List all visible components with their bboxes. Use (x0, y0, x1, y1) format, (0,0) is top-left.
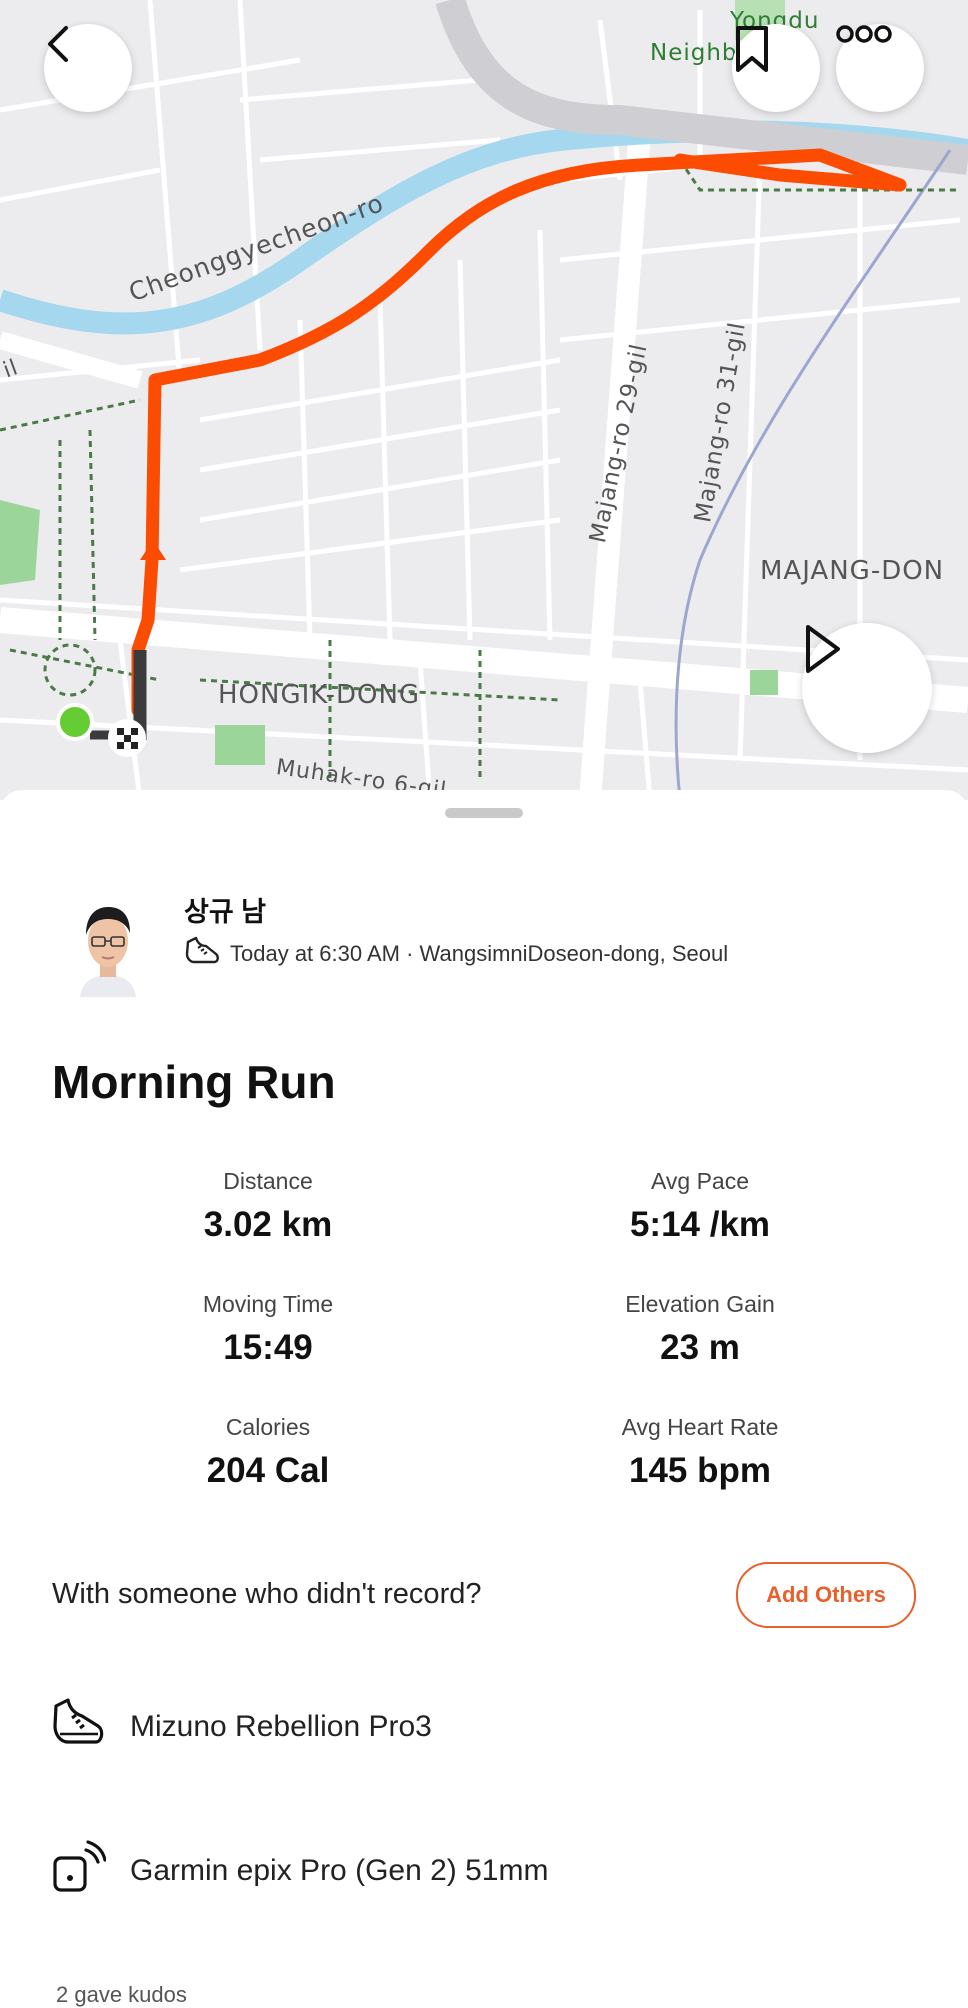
stat-elevation-gain: Elevation Gain 23 m (500, 1291, 900, 1368)
stat-calories: Calories 204 Cal (68, 1414, 468, 1491)
activity-meta-text: Today at 6:30 AM · WangsimniDoseon-dong,… (230, 941, 729, 966)
stat-value: 23 m (660, 1328, 740, 1367)
activity-sheet: 상규 남 Today at 6:30 AM · WangsimniDoseon-… (0, 790, 968, 2007)
device-icon (52, 1840, 107, 1902)
stat-label: Elevation Gain (625, 1291, 775, 1317)
stat-value: 15:49 (223, 1328, 313, 1367)
kudos-count[interactable]: 2 gave kudos (56, 1982, 187, 2008)
stat-label: Calories (225, 1414, 311, 1440)
map-label-district: MAJANG-DON (760, 556, 945, 586)
shoe-icon (52, 1698, 106, 1756)
more-options-button[interactable] (836, 24, 924, 112)
stat-moving-time: Moving Time 15:49 (68, 1291, 468, 1368)
stat-value: 5:14 /km (629, 1205, 771, 1244)
add-others-button[interactable]: Add Others (736, 1562, 916, 1628)
gear-shoe-row[interactable]: Mizuno Rebellion Pro3 (52, 1698, 432, 1756)
back-button[interactable] (44, 24, 132, 112)
stat-label: Avg Pace (650, 1168, 750, 1194)
stat-value: 204 Cal (206, 1451, 330, 1490)
gear-device-row[interactable]: Garmin epix Pro (Gen 2) 51mm (52, 1840, 548, 1902)
avatar[interactable] (72, 895, 144, 997)
sheet-drag-handle[interactable] (445, 808, 523, 818)
save-button[interactable] (732, 24, 820, 112)
stat-distance: Distance 3.02 km (68, 1168, 468, 1245)
stat-label: Avg Heart Rate (621, 1414, 779, 1440)
stat-label: Distance (223, 1168, 313, 1194)
play-flyover-button[interactable] (802, 623, 932, 753)
activity-title: Morning Run (52, 1056, 336, 1108)
stat-avg-heart-rate: Avg Heart Rate 145 bpm (500, 1414, 900, 1491)
stat-value: 3.02 km (203, 1205, 333, 1244)
with-others-prompt: With someone who didn't record? (52, 1578, 482, 1610)
running-shoe-icon (184, 936, 220, 972)
device-name: Garmin epix Pro (Gen 2) 51mm (130, 1854, 549, 1887)
stat-avg-pace: Avg Pace 5:14 /km (500, 1168, 900, 1245)
map-label-district: HONGIK-DONG (218, 680, 421, 710)
shoe-name: Mizuno Rebellion Pro3 (130, 1710, 432, 1743)
map-label-neighborhood-2: Neighb (650, 40, 738, 66)
activity-meta: Today at 6:30 AM · WangsimniDoseon-dong,… (184, 936, 728, 972)
route-map[interactable]: Yongdu Neighb Cheonggyecheon-ro Majang-r… (0, 0, 968, 800)
stat-value: 145 bpm (629, 1451, 771, 1490)
athlete-name[interactable]: 상규 남 (184, 890, 266, 929)
stat-label: Moving Time (202, 1291, 334, 1317)
